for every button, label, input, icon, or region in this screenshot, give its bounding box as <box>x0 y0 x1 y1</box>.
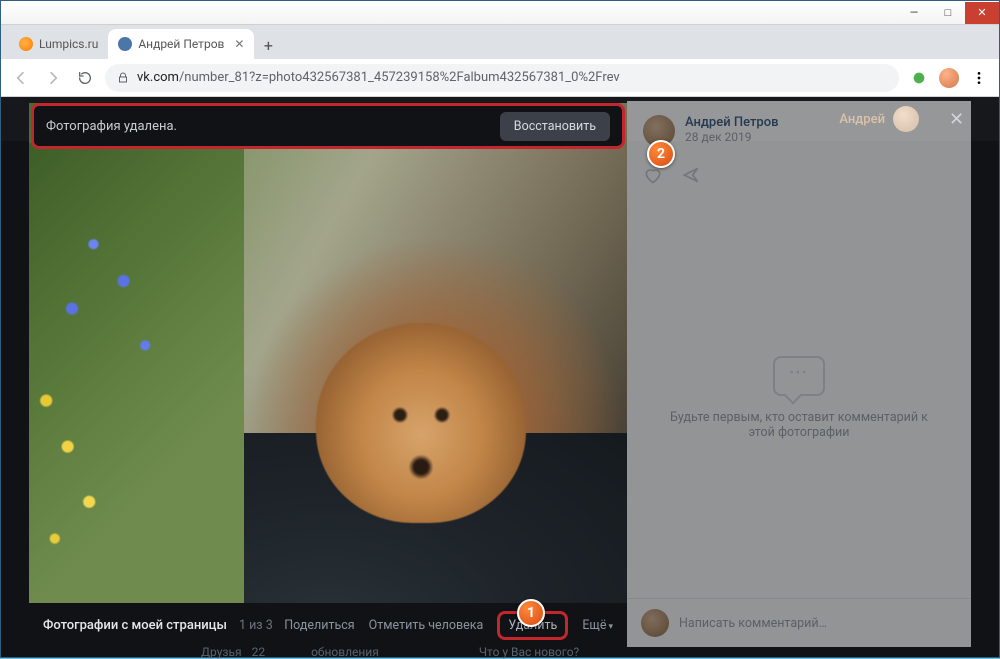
photo-date: 28 дек 2019 <box>685 130 779 144</box>
avatar <box>641 609 669 637</box>
like-icon[interactable] <box>643 165 663 185</box>
tab-title: Lumpics.ru <box>39 37 98 51</box>
chevron-down-icon: ▾ <box>608 622 613 632</box>
page-content: W Поиск Андрей ✕ Фотография удалена. <box>1 97 999 657</box>
lock-icon <box>117 72 129 84</box>
new-tab-button[interactable]: + <box>254 31 282 59</box>
window-titlebar: — □ ✕ <box>1 1 999 25</box>
photo-counter: 1 из 3 <box>239 618 273 633</box>
favicon-vk <box>118 37 132 51</box>
share-icon[interactable] <box>681 165 701 185</box>
photo-area[interactable] <box>29 103 627 603</box>
deleted-banner: Фотография удалена. Восстановить <box>31 103 625 149</box>
sidebar-reactions <box>627 161 971 197</box>
photo-sidebar: Андрей Петров 28 дек 2019 Будьте первым,… <box>627 101 971 647</box>
author-name: Андрей Петров <box>685 115 779 130</box>
annotation-badge-1: 1 <box>517 599 545 627</box>
nav-reload-button[interactable] <box>73 66 97 90</box>
album-name[interactable]: Фотографии с моей страницы <box>43 618 227 633</box>
photo-viewer: Фотография удалена. Восстановить Фотогра… <box>29 101 971 647</box>
tab-close-icon[interactable]: ✕ <box>234 37 244 51</box>
url-box[interactable]: vk.com/number_81?z=photo432567381_457239… <box>105 64 899 92</box>
tag-person-button[interactable]: Отметить человека <box>369 618 484 633</box>
window-close-button[interactable]: ✕ <box>965 2 999 24</box>
empty-comments-text: Будьте первым, кто оставит комментарий к… <box>661 410 937 440</box>
tab-title: Андрей Петров <box>138 37 224 51</box>
photo-column: Фотография удалена. Восстановить Фотогра… <box>29 101 627 647</box>
tab-strip: Lumpics.ru Андрей Петров ✕ + <box>1 25 999 59</box>
comment-bubble-icon <box>773 356 825 396</box>
browser-menu-button[interactable] <box>967 66 991 90</box>
extension-icon[interactable] <box>907 66 931 90</box>
sidebar-author[interactable]: Андрей Петров 28 дек 2019 <box>627 101 971 161</box>
more-menu-button[interactable]: Ещё▾ <box>582 618 613 633</box>
window-minimize-button[interactable]: — <box>897 2 931 24</box>
address-bar: vk.com/number_81?z=photo432567381_457239… <box>1 59 999 97</box>
comments-empty-state: Будьте первым, кто оставит комментарий к… <box>627 197 971 598</box>
comment-input[interactable]: Написать комментарий… <box>679 616 827 631</box>
comment-input-row: Написать комментарий… <box>627 598 971 647</box>
annotation-badge-2: 2 <box>647 140 675 168</box>
window-maximize-button[interactable]: □ <box>931 2 965 24</box>
background-content: Друзья 22 обновления Что у Вас нового? <box>201 645 579 659</box>
deleted-banner-highlight: Фотография удалена. Восстановить <box>29 101 627 151</box>
profile-avatar[interactable] <box>939 68 959 88</box>
url-text: vk.com/number_81?z=photo432567381_457239… <box>137 70 620 85</box>
photo-image <box>29 103 627 603</box>
restore-button[interactable]: Восстановить <box>500 112 610 141</box>
nav-forward-button[interactable] <box>41 66 65 90</box>
share-button[interactable]: Поделиться <box>284 618 354 633</box>
browser-window: — □ ✕ Lumpics.ru Андрей Петров ✕ + vk <box>0 0 1000 658</box>
deleted-banner-text: Фотография удалена. <box>46 119 177 134</box>
favicon-lumpics <box>19 37 33 51</box>
nav-back-button[interactable] <box>9 66 33 90</box>
tab-vk[interactable]: Андрей Петров ✕ <box>108 29 254 59</box>
tab-lumpics[interactable]: Lumpics.ru <box>9 29 108 59</box>
